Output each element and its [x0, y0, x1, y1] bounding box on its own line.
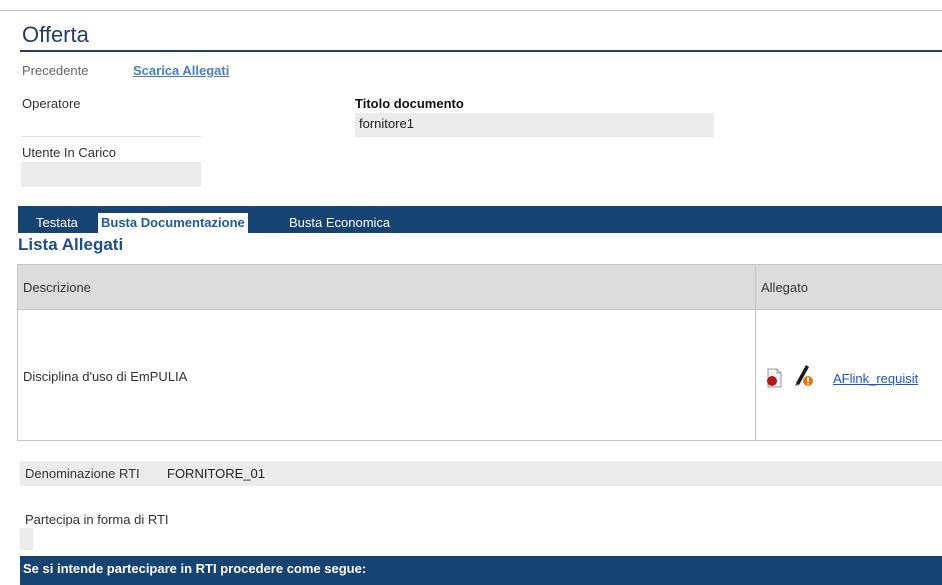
tab-bar-notch: [748, 204, 942, 206]
operator-divider: [21, 136, 201, 137]
attachment-file-name[interactable]: AFlink_requisit: [833, 371, 918, 386]
rti-participate-field[interactable]: [20, 528, 33, 550]
rti-instructions-text: Se si intende partecipare in RTI procede…: [23, 561, 367, 576]
previous-button[interactable]: Precedente: [22, 63, 89, 78]
column-header-description: Descrizione: [23, 280, 91, 295]
operator-label: Operatore: [22, 96, 81, 111]
rti-name-label: Denominazione RTI: [25, 466, 140, 481]
tab-busta-economica[interactable]: Busta Economica: [289, 213, 390, 233]
rti-participate-label: Partecipa in forma di RTI: [25, 512, 169, 527]
attachments-table: Descrizione Allegato Disciplina d'uso di…: [17, 264, 942, 441]
attachment-file-link[interactable]: AFlink_requisit: [833, 371, 918, 386]
download-attachments-link[interactable]: Scarica Allegati: [133, 63, 229, 78]
signature-warning-icon[interactable]: [792, 363, 814, 390]
pdf-file-icon[interactable]: [765, 368, 783, 391]
tab-testata[interactable]: Testata: [36, 213, 78, 233]
doc-title-label: Titolo documento: [355, 96, 464, 111]
page-title: Offerta: [22, 22, 89, 47]
rti-name-field[interactable]: FORNITORE_01: [167, 466, 265, 481]
attachments-section-title: Lista Allegati: [18, 235, 124, 254]
column-divider: [755, 265, 756, 440]
user-in-charge-label: Utente In Carico: [22, 145, 116, 160]
top-border: [0, 10, 942, 11]
doc-title-field[interactable]: fornitore1: [355, 113, 714, 137]
rti-name-row: [20, 461, 942, 486]
tab-busta-documentazione[interactable]: Busta Documentazione: [98, 213, 248, 233]
title-underline: [20, 50, 942, 52]
user-in-charge-field[interactable]: [21, 162, 201, 187]
column-header-attachment: Allegato: [761, 280, 808, 295]
table-row-description: Disciplina d'uso di EmPULIA: [23, 369, 188, 384]
